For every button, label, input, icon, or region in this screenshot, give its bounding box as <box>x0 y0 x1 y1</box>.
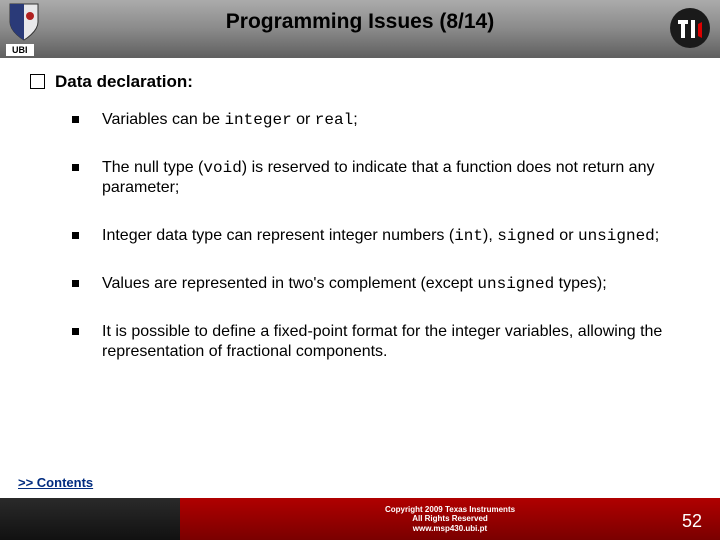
list-item: Integer data type can represent integer … <box>72 226 690 246</box>
footer-url: www.msp430.ubi.pt <box>413 524 487 534</box>
headline-row: Data declaration: <box>30 72 690 92</box>
text-fragment: types); <box>554 275 606 292</box>
checkbox-bullet-icon <box>30 74 45 89</box>
footer-right-block: Copyright 2009 Texas Instruments All Rig… <box>180 498 720 540</box>
bullet-list: Variables can be integer or real; The nu… <box>30 110 690 362</box>
code-fragment: unsigned <box>477 275 554 293</box>
code-fragment: int <box>454 227 483 245</box>
slide-header: Programming Issues (8/14) UBI <box>0 0 720 58</box>
code-fragment: unsigned <box>578 227 655 245</box>
ti-logo-icon <box>668 6 712 50</box>
slide-footer: Copyright 2009 Texas Instruments All Rig… <box>0 498 720 540</box>
text-fragment: It is possible to define a fixed-point f… <box>102 323 662 360</box>
text-fragment: ; <box>353 111 357 128</box>
ubi-label: UBI <box>6 44 34 56</box>
text-fragment: Variables can be <box>102 111 224 128</box>
text-fragment: Integer data type can represent integer … <box>102 227 454 244</box>
list-item: Values are represented in two's compleme… <box>72 274 690 294</box>
contents-link[interactable]: >> Contents <box>18 475 93 490</box>
code-fragment: void <box>203 159 241 177</box>
page-number: 52 <box>682 511 702 532</box>
slide-body: Data declaration: Variables can be integ… <box>0 58 720 362</box>
text-fragment: or <box>292 111 315 128</box>
copyright-line1: Copyright 2009 Texas Instruments <box>385 505 515 515</box>
code-fragment: real <box>315 111 353 129</box>
code-fragment: integer <box>224 111 291 129</box>
text-fragment: ), <box>483 227 497 244</box>
list-item: Variables can be integer or real; <box>72 110 690 130</box>
text-fragment: ; <box>655 227 659 244</box>
text-fragment: or <box>555 227 578 244</box>
list-item: It is possible to define a fixed-point f… <box>72 322 690 362</box>
footer-left-block <box>0 498 180 540</box>
code-fragment: signed <box>497 227 555 245</box>
text-fragment: The null type ( <box>102 159 203 176</box>
list-item: The null type (void) is reserved to indi… <box>72 158 690 198</box>
slide-title: Programming Issues (8/14) <box>0 10 720 34</box>
text-fragment: Values are represented in two's compleme… <box>102 275 477 292</box>
copyright-line2: All Rights Reserved <box>412 514 488 524</box>
headline-text: Data declaration: <box>55 72 193 92</box>
